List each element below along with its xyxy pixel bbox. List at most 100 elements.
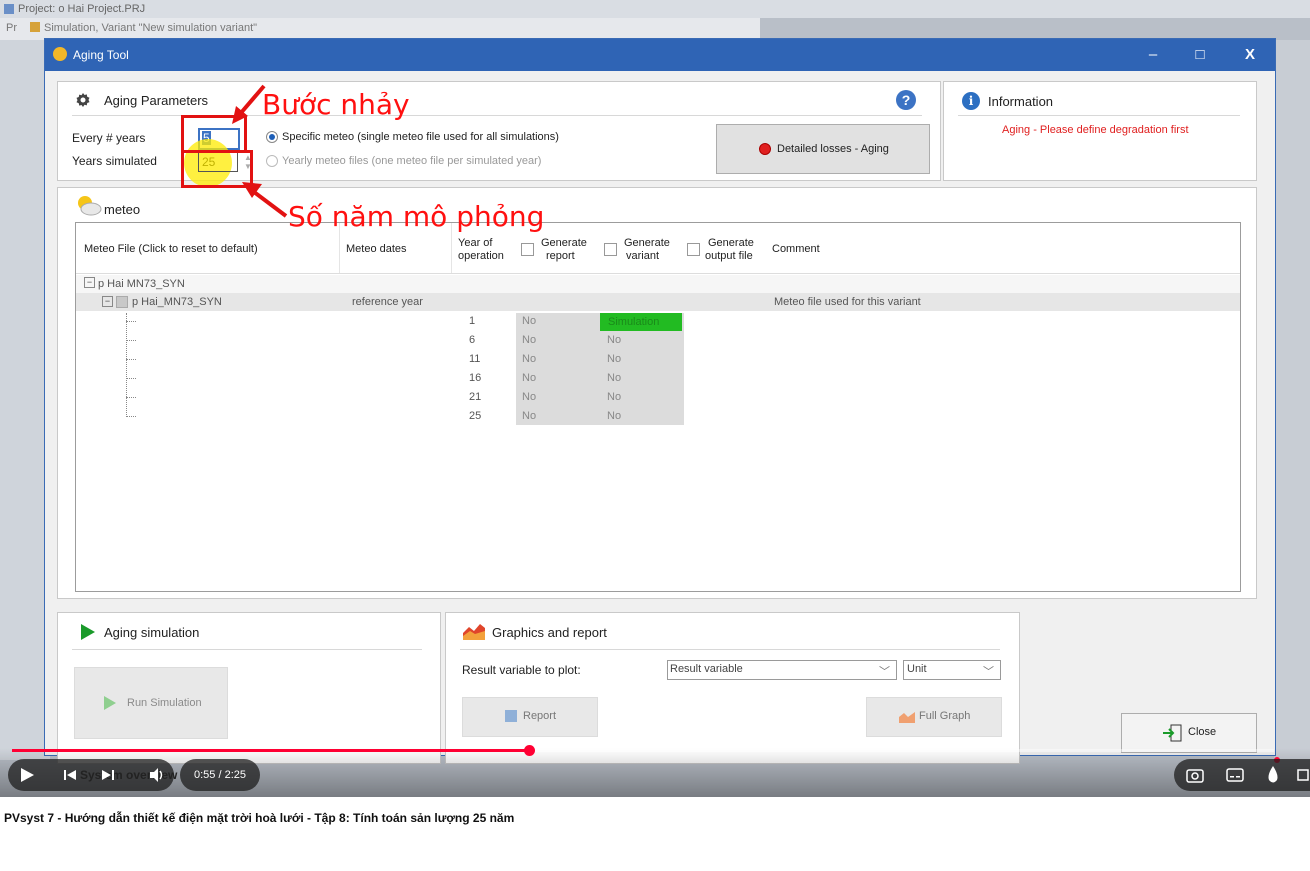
generate-output-checkbox[interactable] — [687, 243, 700, 256]
full-graph-label: Full Graph — [919, 710, 971, 722]
years-simulated-label: Years simulated — [72, 154, 157, 168]
chevron-down-icon: ﹀ — [983, 666, 994, 678]
information-title: Information — [988, 94, 1054, 109]
generate-variant-cell[interactable]: No — [607, 334, 621, 346]
run-simulation-button[interactable]: Run Simulation — [74, 667, 228, 739]
year-cell: 21 — [469, 391, 482, 403]
report-button[interactable]: Report — [462, 697, 598, 737]
simulation-icon — [30, 22, 40, 32]
chart-icon — [463, 624, 485, 640]
progress-scrubber[interactable] — [524, 745, 535, 756]
next-icon[interactable] — [100, 767, 116, 783]
result-variable-label: Result variable to plot: — [462, 663, 581, 677]
yearly-meteo-radio[interactable] — [266, 155, 278, 167]
result-variable-select[interactable]: Result variable ﹀ — [667, 660, 897, 680]
weather-icon — [78, 196, 102, 216]
minimize-button[interactable]: – — [1138, 45, 1168, 65]
chart-icon — [899, 712, 915, 723]
close-button[interactable]: Close — [1121, 713, 1257, 753]
meteo-title: meteo — [104, 202, 141, 217]
close-label: Close — [1188, 726, 1217, 738]
child-checkbox[interactable] — [116, 296, 128, 308]
generate-report-cell[interactable]: No — [522, 410, 536, 422]
screenshot-icon[interactable] — [1186, 767, 1204, 783]
generate-variant-cell[interactable]: No — [607, 372, 621, 384]
annotation-years-text: Số năm mô phỏng — [288, 200, 545, 233]
header-comment: Comment — [772, 243, 820, 255]
close-window-button[interactable]: X — [1235, 45, 1265, 65]
tree-branch — [126, 359, 136, 360]
generate-variant-cell[interactable]: Simulation — [600, 313, 682, 331]
header-gen-variant-1: Generate — [624, 237, 670, 249]
simulation-title: Simulation, Variant "New simulation vari… — [44, 22, 258, 34]
divider — [958, 115, 1240, 116]
time-display: 0:55 / 2:25 — [194, 769, 246, 781]
detailed-losses-button[interactable]: Detailed losses - Aging — [716, 124, 930, 174]
generate-variant-cell[interactable]: No — [607, 353, 621, 365]
generate-variant-checkbox[interactable] — [604, 243, 617, 256]
tree-root-row[interactable]: − p Hai MN73_SYN — [76, 275, 1240, 293]
graphics-report-title: Graphics and report — [492, 625, 607, 640]
window-titlebar: Aging Tool – □ X — [45, 39, 1275, 71]
collapse-icon[interactable]: − — [84, 277, 95, 288]
gear-icon — [76, 93, 90, 107]
graphics-report-panel: Graphics and report Result variable to p… — [445, 612, 1020, 764]
maximize-button[interactable]: □ — [1185, 45, 1215, 65]
header-year-op-2: operation — [458, 250, 504, 262]
header-gen-report-2: report — [546, 250, 575, 262]
table-header: Meteo File (Click to reset to default) M… — [76, 223, 1240, 274]
year-cell: 11 — [469, 353, 481, 365]
header-gen-output-1: Generate — [708, 237, 754, 249]
generate-report-cell[interactable]: No — [522, 391, 536, 403]
child-node-label: p Hai_MN73_SYN — [132, 296, 222, 308]
project-icon — [4, 4, 14, 14]
volume-icon[interactable] — [148, 766, 166, 784]
exit-icon — [1163, 724, 1182, 742]
tree-branch — [126, 397, 136, 398]
video-frame[interactable]: Project: o Hai Project.PRJ Pr Simulation… — [0, 0, 1310, 797]
information-panel: i Information Aging - Please define degr… — [943, 81, 1257, 181]
background-left-panel — [0, 40, 50, 760]
header-meteo-file[interactable]: Meteo File (Click to reset to default) — [84, 243, 258, 255]
settings-icon[interactable] — [1296, 767, 1310, 783]
specific-meteo-label: Specific meteo (single meteo file used f… — [282, 131, 559, 143]
generate-report-cell[interactable]: No — [522, 315, 536, 327]
specific-meteo-radio[interactable] — [266, 131, 278, 143]
aging-simulation-title: Aging simulation — [104, 625, 200, 640]
play-icon[interactable] — [18, 766, 36, 784]
ambient-mode-icon[interactable] — [1266, 765, 1280, 785]
generate-variant-cell[interactable]: No — [607, 391, 621, 403]
generate-report-cell[interactable]: No — [522, 372, 536, 384]
annotation-step-text: Bước nhảy — [262, 88, 410, 121]
full-graph-button[interactable]: Full Graph — [866, 697, 1002, 737]
info-icon: i — [962, 92, 980, 110]
generate-variant-cell[interactable]: No — [607, 410, 621, 422]
tree-branch — [126, 321, 136, 322]
header-gen-report-1: Generate — [541, 237, 587, 249]
year-cell: 25 — [469, 410, 482, 422]
divider — [72, 649, 422, 650]
meteo-table: Meteo File (Click to reset to default) M… — [75, 222, 1241, 592]
child-dates: reference year — [352, 296, 423, 308]
unit-value: Unit — [907, 663, 927, 675]
run-simulation-label: Run Simulation — [127, 697, 202, 709]
play-icon — [104, 696, 116, 710]
previous-icon[interactable] — [62, 767, 78, 783]
video-title[interactable]: PVsyst 7 - Hướng dẫn thiết kế điện mặt t… — [4, 811, 514, 825]
header-meteo-dates: Meteo dates — [346, 243, 407, 255]
generate-report-cell[interactable]: No — [522, 353, 536, 365]
generate-report-checkbox[interactable] — [521, 243, 534, 256]
tree-branch — [126, 416, 136, 417]
aging-simulation-panel: Aging simulation Run Simulation — [57, 612, 441, 764]
project-title: Project: o Hai Project.PRJ — [18, 3, 146, 15]
chevron-down-icon: ﹀ — [879, 666, 890, 678]
generate-report-cell[interactable]: No — [522, 334, 536, 346]
collapse-icon[interactable]: − — [102, 296, 113, 307]
subtitles-icon[interactable] — [1226, 767, 1244, 783]
report-icon — [505, 710, 517, 722]
unit-select[interactable]: Unit ﹀ — [903, 660, 1001, 680]
every-years-label: Every # years — [72, 131, 146, 145]
year-cell: 16 — [469, 372, 482, 384]
help-icon[interactable]: ? — [896, 90, 916, 110]
tree-child-row[interactable]: − p Hai_MN73_SYN reference year Meteo fi… — [76, 293, 1240, 311]
